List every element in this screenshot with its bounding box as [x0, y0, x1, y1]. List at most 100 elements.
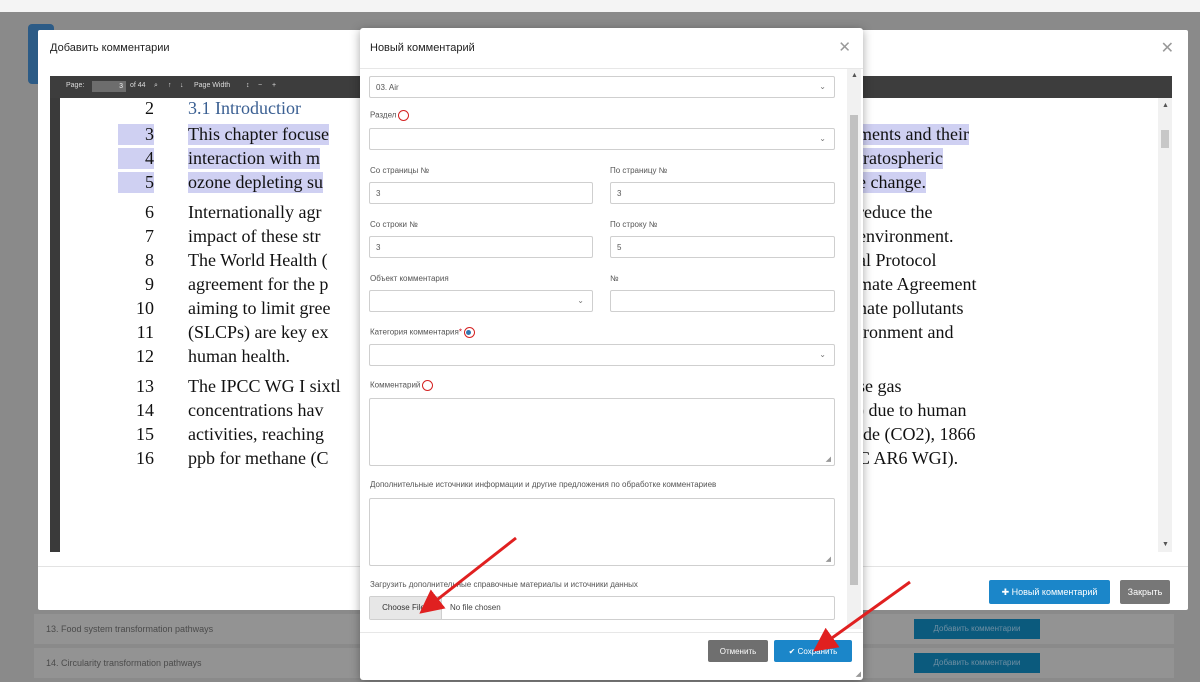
scrollbar-thumb[interactable] — [850, 115, 858, 585]
pdf-text-line-right: se gas — [858, 376, 902, 396]
search-icon[interactable]: ⌕ — [154, 82, 158, 90]
pdf-text-line: Internationally agr — [188, 202, 322, 222]
pdf-text-line: activities, reaching — [188, 424, 324, 444]
next-page-icon[interactable]: ↓ — [180, 82, 184, 89]
plus-icon: ✚ — [1001, 586, 1012, 597]
pdf-text-line: concentrations hav — [188, 400, 324, 420]
list-item-label: 14. Circularity transformation pathways — [46, 658, 202, 668]
modal-scrollbar[interactable]: ▲ — [847, 69, 861, 629]
divider — [360, 632, 863, 633]
pdf-scrollbar[interactable]: ▲ ▼ — [1158, 98, 1172, 552]
category-label: Категория комментария* — [370, 327, 475, 338]
line-number: 7 — [145, 226, 154, 246]
from-page-input[interactable]: 3 — [369, 182, 593, 204]
resize-handle-icon[interactable]: ◢ — [856, 670, 861, 678]
scroll-up-icon[interactable]: ▲ — [1162, 102, 1169, 109]
close-icon[interactable]: ✕ — [1161, 38, 1174, 58]
pdf-text-line-right: reduce the — [858, 202, 933, 222]
zoom-dropdown-icon[interactable]: ↕ — [246, 82, 250, 89]
scroll-up-icon[interactable]: ▲ — [851, 72, 858, 79]
zoom-out-icon[interactable]: − — [258, 82, 262, 89]
comment-object-label: Объект комментария — [370, 274, 449, 283]
chapter-select[interactable]: 03. Air ⌄ — [369, 76, 835, 98]
line-number: 16 — [136, 448, 154, 468]
category-label-text: Категория комментария — [370, 327, 459, 337]
pdf-text-line-right: ironment and — [858, 322, 954, 342]
section-select[interactable]: ⌄ — [369, 128, 835, 150]
pdf-text-line: aiming to limit gree — [188, 298, 331, 318]
chapter-select-value: 03. Air — [376, 83, 399, 92]
to-page-input[interactable]: 3 — [610, 182, 835, 204]
check-icon: ✔ — [788, 646, 798, 656]
upload-label: Загрузить дополнительные справочные мате… — [370, 580, 638, 589]
scrollbar-thumb[interactable] — [1161, 130, 1169, 148]
pdf-text-line: ozone depleting su — [188, 172, 323, 193]
close-icon[interactable]: ✕ — [838, 38, 851, 56]
pdf-text-line: impact of these str — [188, 226, 321, 246]
dialog-title: Добавить комментарии — [50, 42, 170, 54]
pdf-text-line: This chapter focuse — [188, 124, 329, 145]
comment-label: Комментарий — [370, 380, 434, 391]
pdf-text-line: agreement for the p — [188, 274, 329, 294]
comment-label-text: Комментарий — [370, 380, 421, 390]
category-select[interactable]: ⌄ — [369, 344, 835, 366]
new-comment-label: Новый комментарий — [1011, 586, 1098, 597]
chevron-down-icon: ⌄ — [577, 296, 584, 305]
pdf-text-line: interaction with m — [188, 148, 320, 169]
page-total: of 44 — [130, 82, 146, 89]
add-comments-button[interactable]: Добавить комментарии — [914, 619, 1040, 639]
comment-object-select[interactable]: ⌄ — [369, 290, 593, 312]
choose-files-button[interactable]: Choose Files — [370, 597, 442, 619]
number-input[interactable] — [610, 290, 835, 312]
to-line-label: По строку № — [610, 220, 658, 229]
number-label: № — [610, 274, 619, 283]
new-comment-modal: Новый комментарий ✕ 03. Air ⌄ Раздел ⌄ С… — [360, 28, 863, 680]
pdf-text-line-right: ) due to human — [858, 400, 967, 420]
required-marker-icon — [422, 380, 434, 391]
cancel-button[interactable]: Отменить — [708, 640, 768, 662]
line-number: 2 — [145, 98, 154, 118]
extra-sources-textarea[interactable]: ◢ — [369, 498, 835, 566]
line-number: 3 — [118, 124, 154, 145]
chevron-down-icon: ⌄ — [819, 350, 826, 359]
page-label: Page: — [66, 82, 85, 89]
pdf-text-line-right: e change. — [858, 172, 926, 193]
line-number: 10 — [136, 298, 154, 318]
list-item-label: 13. Food system transformation pathways — [46, 624, 214, 634]
line-number: 11 — [136, 322, 154, 342]
required-marker-icon — [398, 110, 410, 121]
pdf-text-line-right: tratospheric — [858, 148, 943, 169]
zoom-select[interactable]: Page Width — [194, 82, 230, 89]
resize-handle-icon[interactable]: ◢ — [826, 555, 831, 563]
pdf-text-line: (SLCPs) are key ex — [188, 322, 329, 342]
line-number: 5 — [118, 172, 154, 193]
pdf-text-line: human health. — [188, 346, 290, 366]
help-icon[interactable] — [463, 327, 475, 338]
divider — [360, 68, 863, 69]
no-file-text: No file chosen — [450, 603, 501, 612]
add-comments-button[interactable]: Добавить комментарии — [914, 653, 1040, 673]
line-number: 4 — [118, 148, 154, 169]
from-line-input[interactable]: 3 — [369, 236, 593, 258]
pdf-text-line-right: ments and their — [858, 124, 969, 145]
browser-top-strip — [0, 0, 1200, 12]
pdf-text-line-right: ide (CO2), 1866 — [858, 424, 976, 444]
section-label-text: Раздел — [370, 110, 397, 120]
scroll-down-icon[interactable]: ▼ — [1162, 541, 1169, 548]
line-number: 12 — [136, 346, 154, 366]
zoom-in-icon[interactable]: + — [272, 82, 276, 89]
resize-handle-icon[interactable]: ◢ — [826, 455, 831, 463]
line-number: 8 — [145, 250, 154, 270]
new-comment-button[interactable]: ✚ Новый комментарий — [989, 580, 1110, 604]
line-number: 9 — [145, 274, 154, 294]
page-number-input[interactable]: 3 — [92, 81, 126, 92]
close-button[interactable]: Закрыть — [1120, 580, 1170, 604]
file-input[interactable]: Choose Files No file chosen — [369, 596, 835, 620]
pdf-text-line-right: al Protocol — [858, 250, 937, 270]
comment-textarea[interactable]: ◢ — [369, 398, 835, 466]
line-number: 15 — [136, 424, 154, 444]
previous-page-icon[interactable]: ↑ — [168, 82, 172, 89]
to-line-input[interactable]: 5 — [610, 236, 835, 258]
section-label: Раздел — [370, 110, 410, 121]
save-button[interactable]: ✔ Сохранить — [774, 640, 852, 662]
